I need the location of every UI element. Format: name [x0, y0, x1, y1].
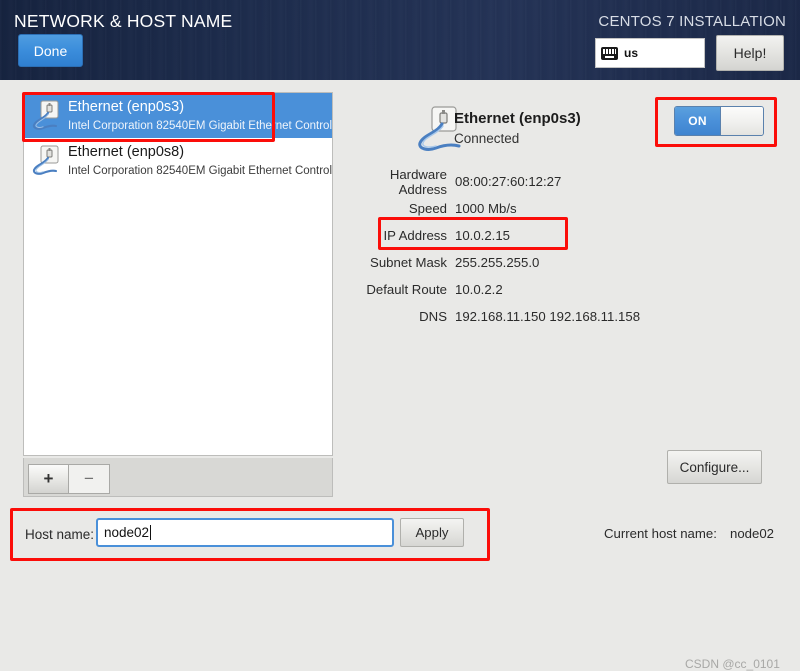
- text-caret: [150, 525, 152, 540]
- keyboard-icon: [601, 46, 618, 60]
- property-value: 10.0.2.15: [455, 228, 510, 243]
- property-row: DNS 192.168.11.150 192.168.11.158: [340, 303, 800, 330]
- list-item-subtitle: Intel Corporation 82540EM Gigabit Ethern…: [68, 119, 332, 132]
- property-value: 1000 Mb/s: [455, 201, 517, 216]
- content-area: Ethernet (enp0s3) Intel Corporation 8254…: [0, 80, 800, 671]
- page-title: NETWORK & HOST NAME: [14, 11, 233, 31]
- keyboard-layout-indicator[interactable]: us: [595, 38, 705, 68]
- toggle-knob: [720, 107, 763, 135]
- property-value: 255.255.255.0: [455, 255, 540, 270]
- list-item-text: Ethernet (enp0s8) Intel Corporation 8254…: [68, 143, 332, 179]
- help-button[interactable]: Help!: [716, 35, 784, 71]
- list-item-title: Ethernet (enp0s8): [68, 143, 185, 160]
- host-name-input[interactable]: node02: [96, 518, 394, 547]
- device-list-toolbar: + −: [23, 458, 333, 497]
- done-button[interactable]: Done: [18, 34, 83, 67]
- network-device-list[interactable]: Ethernet (enp0s3) Intel Corporation 8254…: [23, 92, 333, 456]
- ethernet-icon: [32, 145, 61, 176]
- apply-host-name-button[interactable]: Apply: [400, 518, 464, 547]
- installer-name-label: CENTOS 7 INSTALLATION: [598, 13, 786, 30]
- list-item-text: Ethernet (enp0s3) Intel Corporation 8254…: [68, 98, 332, 134]
- list-item[interactable]: Ethernet (enp0s3) Intel Corporation 8254…: [24, 93, 332, 138]
- remove-device-button[interactable]: −: [69, 463, 110, 494]
- property-row: Hardware Address 08:00:27:60:12:27: [340, 166, 800, 197]
- property-label: DNS: [419, 309, 447, 324]
- toggle-on-label: ON: [675, 107, 720, 135]
- property-row: IP Address 10.0.2.15: [340, 222, 800, 249]
- property-label: Default Route: [366, 282, 447, 297]
- property-row: Default Route 10.0.2.2: [340, 276, 800, 303]
- list-item-subtitle: Intel Corporation 82540EM Gigabit Ethern…: [68, 164, 332, 177]
- current-host-name-label: Current host name:: [604, 526, 717, 541]
- device-name: Ethernet (enp0s3): [454, 110, 581, 127]
- property-label: IP Address: [383, 228, 447, 243]
- installer-header: NETWORK & HOST NAME CENTOS 7 INSTALLATIO…: [0, 0, 800, 80]
- ethernet-icon: [32, 100, 61, 131]
- property-value: 192.168.11.150 192.168.11.158: [455, 309, 641, 324]
- host-name-value: node02: [104, 525, 150, 540]
- property-label: Subnet Mask: [370, 255, 447, 270]
- property-value: 10.0.2.2: [455, 282, 503, 297]
- keyboard-layout-label: us: [624, 46, 639, 60]
- device-properties-list: Hardware Address 08:00:27:60:12:27 Speed…: [340, 166, 800, 330]
- current-host-name-value: node02: [730, 526, 775, 541]
- watermark: CSDN @cc_0101: [685, 657, 780, 671]
- network-host-name-screen: NETWORK & HOST NAME CENTOS 7 INSTALLATIO…: [0, 0, 800, 671]
- device-enable-toggle[interactable]: ON: [674, 106, 764, 136]
- configure-button[interactable]: Configure...: [667, 450, 762, 484]
- host-name-label: Host name:: [25, 527, 95, 542]
- property-label: Hardware Address: [389, 166, 447, 197]
- device-connection-state: Connected: [454, 131, 520, 146]
- property-row: Subnet Mask 255.255.255.0: [340, 249, 800, 276]
- property-row: Speed 1000 Mb/s: [340, 195, 800, 222]
- list-item-title: Ethernet (enp0s3): [68, 98, 185, 115]
- property-label: Speed: [408, 201, 447, 216]
- add-device-button[interactable]: +: [28, 463, 69, 494]
- property-value: 08:00:27:60:12:27: [455, 174, 562, 189]
- list-item[interactable]: Ethernet (enp0s8) Intel Corporation 8254…: [24, 138, 332, 183]
